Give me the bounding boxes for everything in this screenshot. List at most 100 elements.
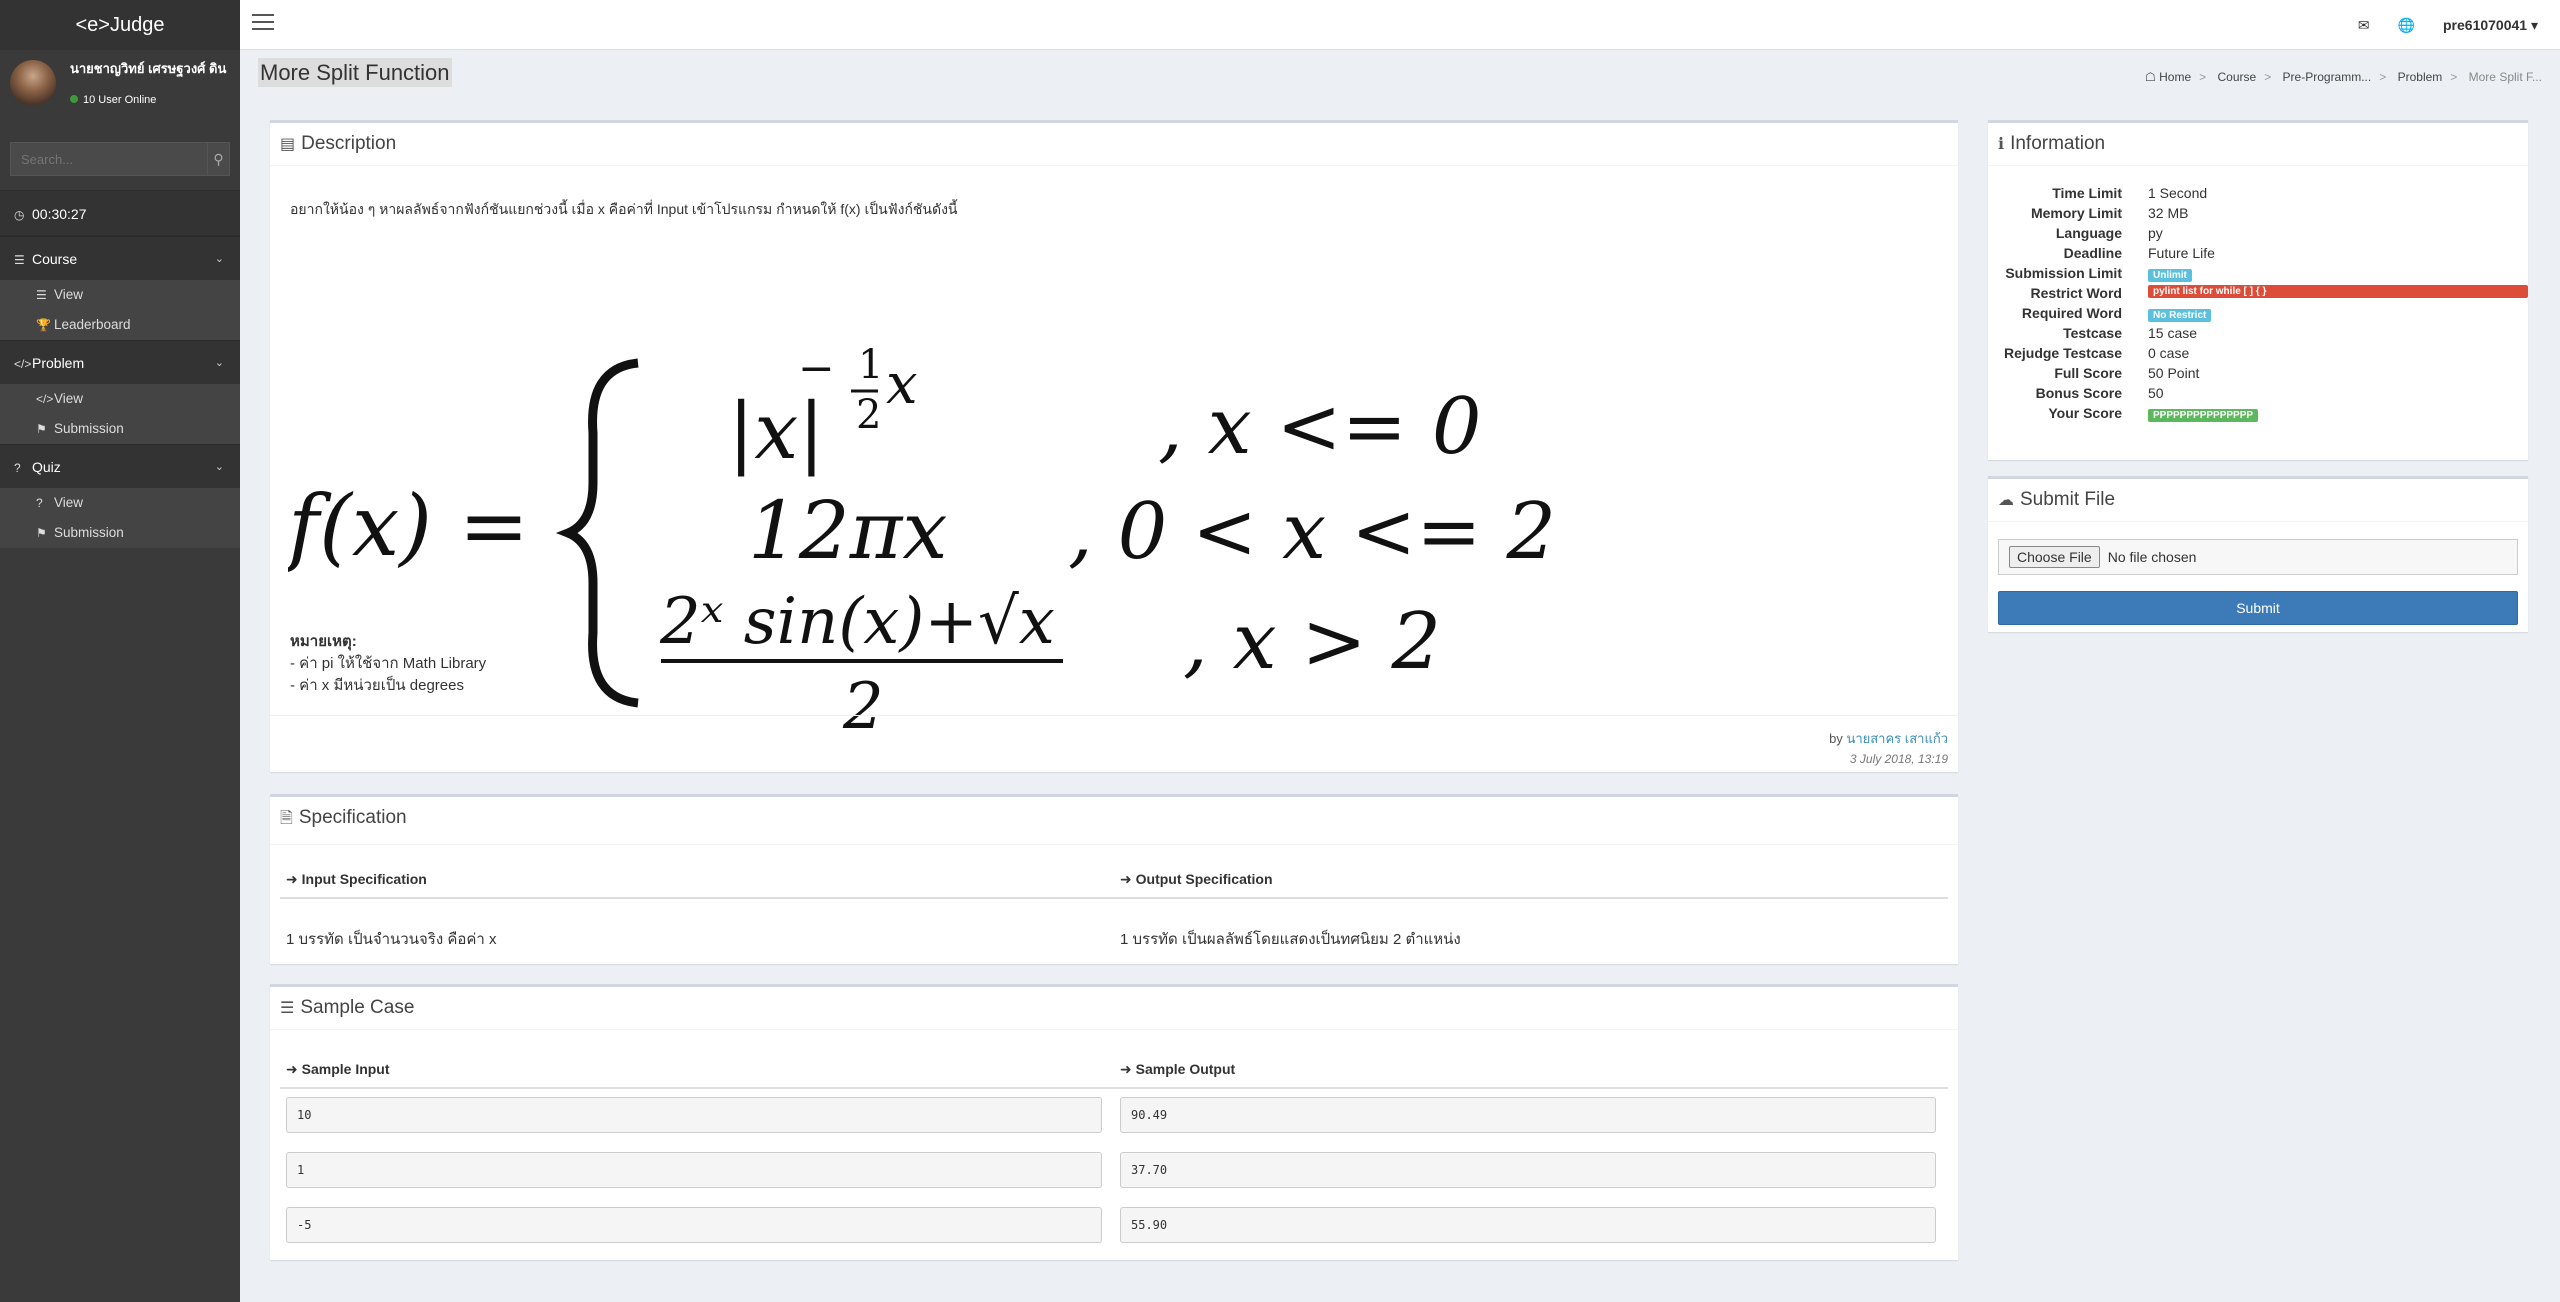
no-file-chosen: No file chosen — [2107, 549, 2197, 565]
sidebar-item-problem-submission[interactable]: ⚑ Submission — [0, 414, 240, 444]
menu-item-label: Submission — [54, 421, 124, 436]
info-restrict-word: Restrict Word pylint list for while [ ] {… — [1998, 285, 2528, 305]
sidebar-item-quiz-submission[interactable]: ⚑ Submission — [0, 518, 240, 548]
user-menu[interactable]: pre61070041 ▾ — [2443, 17, 2538, 34]
user-online-status: 10 User Online — [70, 94, 156, 106]
info-label: Deadline — [2063, 245, 2122, 261]
sample-output-head: ➜ Sample Output — [1120, 1061, 1235, 1078]
choose-file-button[interactable]: Choose File — [2009, 546, 2100, 568]
input-spec-head: ➜ Input Specification — [286, 871, 427, 888]
formula-case3-den: 2 — [842, 670, 884, 744]
sidebar-search: ⚲ — [10, 142, 230, 176]
page-header: More Split Function — [258, 58, 452, 87]
sample-input-head-text: Sample Input — [301, 1061, 390, 1077]
your-score-badge: PPPPPPPPPPPPPPP — [2148, 409, 2259, 422]
list-icon: ☰ — [14, 253, 25, 267]
menu-quiz-label: Quiz — [32, 459, 61, 475]
page-title: More Split Function — [258, 58, 452, 87]
cloud-upload-icon: ☁ — [1998, 492, 2014, 509]
sidebar-item-course-view[interactable]: ☰ View — [0, 280, 240, 310]
sign-in-icon: ➜ — [286, 871, 298, 887]
sidebar-item-problem-view[interactable]: </>View — [0, 384, 240, 414]
username: pre61070041 — [2443, 16, 2528, 33]
user-name: นายชาญวิทย์ เศรษฐวงศ์ ดิน — [70, 61, 227, 76]
breadcrumb-problem[interactable]: Problem — [2398, 70, 2443, 84]
notes: หมายเหตุ: - ค่า pi ให้ใช้จาก Math Librar… — [290, 631, 486, 697]
chevron-down-icon: ⌄ — [214, 461, 224, 473]
sample-case-box: ☰ Sample Case ➜ Sample Input ➜ Sample Out… — [270, 984, 1958, 1260]
info-label: Testcase — [2063, 325, 2122, 341]
timer: ◷ 00:30:27 — [0, 190, 240, 236]
info-memory-limit: Memory Limit 32 MB — [1998, 205, 2518, 225]
note-item: - ค่า x มีหน่วยเป็น degrees — [290, 677, 464, 694]
submit-button[interactable]: Submit — [1998, 591, 2518, 625]
topbar: ✉ 🌐 pre61070041 ▾ — [240, 0, 2560, 50]
info-value: 15 case — [2148, 325, 2198, 341]
menu-problem[interactable]: </>Problem ⌄ — [0, 340, 240, 384]
app-logo[interactable]: <e>Judge — [0, 0, 240, 50]
sample-case-title-text: Sample Case — [300, 997, 415, 1018]
info-label: Submission Limit — [2005, 265, 2122, 281]
sign-out-icon: ➜ — [1120, 1061, 1132, 1077]
list-icon: ☰ — [36, 288, 47, 302]
formula-case3-cond: , x > 2 — [1183, 597, 1441, 687]
info-label: Required Word — [2021, 305, 2122, 321]
output-spec-text: 1 บรรทัด เป็นผลลัพธ์โดยแสดงเป็นทศนิยม 2 … — [1120, 931, 1461, 948]
info-label: Memory Limit — [2030, 205, 2122, 221]
menu-toggle-icon[interactable] — [252, 14, 274, 32]
info-value: py — [2148, 225, 2163, 241]
menu-quiz[interactable]: ? Quiz ⌄ — [0, 444, 240, 488]
sample-case-title: ☰ Sample Case — [270, 987, 1958, 1030]
timer-value: 00:30:27 — [32, 206, 87, 222]
submit-file-title: ☁ Submit File — [1988, 479, 2528, 522]
file-input[interactable]: Choose File No file chosen — [1998, 539, 2518, 575]
sample-output-2: 37.70 — [1120, 1152, 1936, 1188]
search-input[interactable] — [11, 143, 207, 175]
sample-output-1: 90.49 — [1120, 1097, 1936, 1133]
envelope-icon[interactable]: ✉ — [2358, 17, 2370, 34]
author-link[interactable]: นายสาคร เสาแก้ว — [1846, 731, 1948, 746]
info-value: 50 Point — [2148, 365, 2200, 381]
code-icon: </> — [14, 357, 32, 371]
submit-file-title-text: Submit File — [2020, 489, 2116, 510]
menu-item-label: View — [54, 391, 84, 406]
search-icon: ⚲ — [213, 150, 224, 167]
sidebar-item-quiz-view[interactable]: ? View — [0, 488, 240, 518]
information-box: ℹ Information Time Limit 1 Second Memory L… — [1988, 120, 2528, 460]
clock-icon: ◷ — [14, 208, 25, 222]
globe-icon[interactable]: 🌐 — [2398, 17, 2415, 34]
info-value: 0 case — [2148, 345, 2190, 361]
description-title: ▤ Description — [270, 123, 1958, 166]
list-alt-icon: ▤ — [280, 136, 296, 153]
specification-title-text: Specification — [298, 807, 407, 828]
breadcrumb-pre-programming[interactable]: Pre-Programm... — [2283, 70, 2372, 84]
chevron-down-icon: ⌄ — [214, 357, 224, 369]
description-title-text: Description — [301, 133, 397, 154]
menu-item-label: Submission — [54, 525, 124, 540]
note-item: - ค่า pi ให้ใช้จาก Math Library — [290, 655, 487, 672]
sidebar-item-leaderboard[interactable]: 🏆 Leaderboard — [0, 310, 240, 340]
information-title: ℹ Information — [1988, 123, 2528, 166]
info-your-score: Your Score PPPPPPPPPPPPPPP — [1998, 405, 2518, 425]
author-date: 3 July 2018, 13:19 — [1849, 752, 1948, 766]
avatar — [10, 60, 56, 106]
trophy-icon: 🏆 — [36, 318, 51, 332]
formula-case3-num: 2ˣ sin(x)+√x — [659, 585, 1055, 659]
info-label: Restrict Word — [2030, 285, 2122, 301]
breadcrumb-home[interactable]: Home — [2159, 70, 2191, 84]
info-time-limit: Time Limit 1 Second — [1998, 185, 2518, 205]
breadcrumb-course[interactable]: Course — [2218, 70, 2257, 84]
formula-case1-cond: , x <= 0 — [1158, 382, 1482, 472]
list-ol-icon: ☰ — [280, 1000, 295, 1017]
menu-course[interactable]: ☰ Course ⌄ — [0, 236, 240, 280]
info-label: Full Score — [2054, 365, 2122, 381]
question-icon: ? — [36, 496, 43, 510]
sample-output-3: 55.90 — [1120, 1207, 1936, 1243]
search-button[interactable]: ⚲ — [207, 143, 229, 175]
info-label: Time Limit — [2052, 185, 2122, 201]
info-rejudge-testcase: Rejudge Testcase 0 case — [1998, 345, 2518, 365]
sample-input-3: -5 — [286, 1207, 1102, 1243]
sample-input-2: 1 — [286, 1152, 1102, 1188]
formula-case2-cond: , 0 < x <= 2 — [1068, 487, 1556, 577]
sample-output-head-text: Sample Output — [1135, 1061, 1236, 1077]
